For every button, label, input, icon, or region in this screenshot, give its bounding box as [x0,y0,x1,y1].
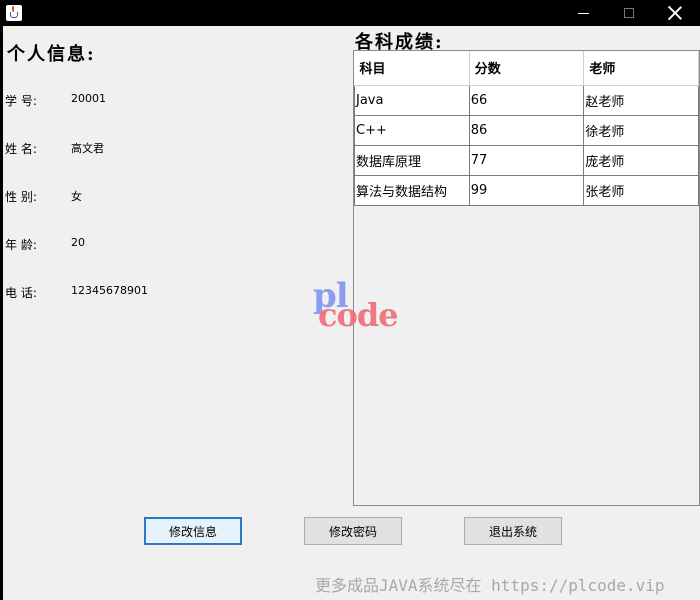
age-label: 年 龄: [5,238,37,252]
title-bar [0,0,700,26]
phone-value: 12345678901 [71,284,148,297]
name-label: 姓 名: [5,142,37,156]
logo-text-code: code [318,296,399,334]
exit-button[interactable]: 退出系统 [464,517,562,545]
score-cell[interactable]: 86 [468,115,585,146]
name-row: 姓 名: 高文君 [5,140,104,157]
table-row[interactable]: C++ 86 徐老师 [354,115,699,146]
age-value: 20 [71,236,85,249]
footer-watermark: 更多成品JAVA系统尽在 https://plcode.vip [315,576,665,595]
score-cell[interactable]: 99 [468,175,585,206]
student-id-row: 学 号: 20001 [5,92,106,109]
age-row: 年 龄: 20 [5,236,85,253]
subject-cell[interactable]: C++ [354,115,470,146]
table-header-row: 科目 分数 老师 [354,51,699,86]
table-row[interactable]: 算法与数据结构 99 张老师 [354,175,699,206]
minimize-icon [577,12,589,14]
subject-cell[interactable]: 数据库原理 [354,145,470,176]
teacher-cell[interactable]: 庞老师 [583,145,699,176]
score-cell[interactable]: 66 [468,85,585,116]
close-button[interactable] [652,0,698,26]
table-row[interactable]: 数据库原理 77 庞老师 [354,145,699,176]
column-header-subject[interactable]: 科目 [354,51,470,86]
teacher-cell[interactable]: 张老师 [583,175,699,206]
table-row[interactable]: Java 66 赵老师 [354,85,699,116]
score-cell[interactable]: 77 [468,145,585,176]
gender-row: 性 别: 女 [5,188,82,205]
phone-row: 电 话: 12345678901 [5,284,148,301]
java-icon [6,5,22,21]
student-id-value: 20001 [71,92,106,105]
column-header-teacher[interactable]: 老师 [583,51,699,86]
teacher-cell[interactable]: 徐老师 [583,115,699,146]
teacher-cell[interactable]: 赵老师 [583,85,699,116]
student-id-label: 学 号: [5,94,37,108]
scores-table-panel[interactable]: 科目 分数 老师 Java 66 赵老师 C++ 86 徐老师 数据库原理 77… [353,50,700,506]
column-header-score[interactable]: 分数 [469,51,585,86]
subject-cell[interactable]: Java [354,85,470,116]
main-panel: 个人信息: 学 号: 20001 姓 名: 高文君 性 别: 女 年 龄: 20… [0,26,700,600]
gender-value: 女 [71,190,82,203]
close-icon [668,6,682,20]
phone-label: 电 话: [5,286,37,300]
name-value: 高文君 [71,142,104,155]
change-password-button[interactable]: 修改密码 [304,517,402,545]
minimize-button[interactable] [560,0,606,26]
edit-info-button[interactable]: 修改信息 [144,517,242,545]
personal-info-title: 个人信息: [7,44,96,65]
maximize-button[interactable] [606,0,652,26]
scores-table[interactable]: 科目 分数 老师 Java 66 赵老师 C++ 86 徐老师 数据库原理 77… [354,51,699,206]
subject-cell[interactable]: 算法与数据结构 [354,175,470,206]
maximize-icon [624,8,634,18]
gender-label: 性 别: [5,190,37,204]
